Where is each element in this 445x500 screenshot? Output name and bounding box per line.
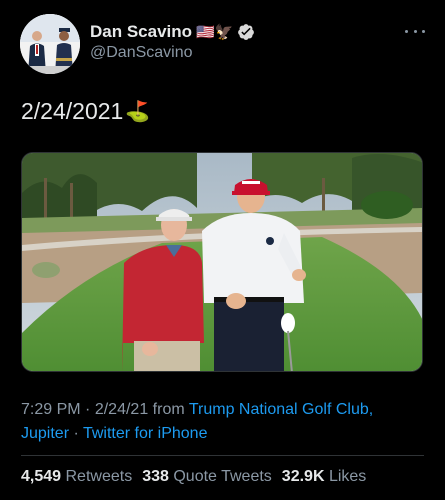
dot (405, 29, 408, 33)
avatar[interactable] (20, 14, 80, 74)
author-name-row[interactable]: Dan Scavino 🇺🇸🦅 (90, 20, 255, 44)
retweets-stat[interactable]: 4,549 Retweets (21, 468, 132, 486)
meta-separator: · (85, 401, 91, 418)
tweet-time[interactable]: 7:29 PM (21, 401, 81, 418)
quote-tweets-stat[interactable]: 338 Quote Tweets (142, 468, 272, 486)
tweet-text-content: 2/24/2021 (21, 98, 124, 124)
divider (21, 455, 424, 456)
dot (413, 29, 417, 33)
quote-tweets-count: 338 (142, 468, 169, 485)
more-options-icon[interactable] (405, 28, 425, 34)
likes-stat[interactable]: 32.9K Likes (282, 468, 367, 486)
tweet: Dan Scavino 🇺🇸🦅 @DanScavino 2/24/2021 ⛳ (0, 0, 445, 500)
tweet-date[interactable]: 2/24/21 (95, 401, 148, 418)
tweet-meta: 7:29 PM · 2/24/21 from Trump National Go… (21, 398, 421, 446)
tweet-photo[interactable] (21, 152, 423, 372)
retweets-count: 4,549 (21, 468, 62, 485)
meta-from-label: from (152, 401, 185, 418)
retweets-label: Retweets (65, 468, 133, 485)
meta-separator: · (73, 425, 79, 442)
client-link[interactable]: Twitter for iPhone (83, 425, 208, 442)
display-name[interactable]: Dan Scavino (90, 22, 192, 42)
author-handle[interactable]: @DanScavino (90, 44, 193, 62)
flag-eagle-emoji: 🇺🇸🦅 (196, 24, 234, 41)
dot (422, 29, 425, 33)
quote-tweets-label: Quote Tweets (173, 468, 272, 485)
tweet-text: 2/24/2021 ⛳ (21, 98, 150, 125)
tweet-stats: 4,549 Retweets 338 Quote Tweets 32.9K Li… (21, 468, 366, 486)
golf-flag-emoji: ⛳ (125, 101, 151, 123)
verified-badge-icon (237, 23, 255, 41)
likes-label: Likes (328, 468, 367, 485)
likes-count: 32.9K (281, 468, 325, 485)
